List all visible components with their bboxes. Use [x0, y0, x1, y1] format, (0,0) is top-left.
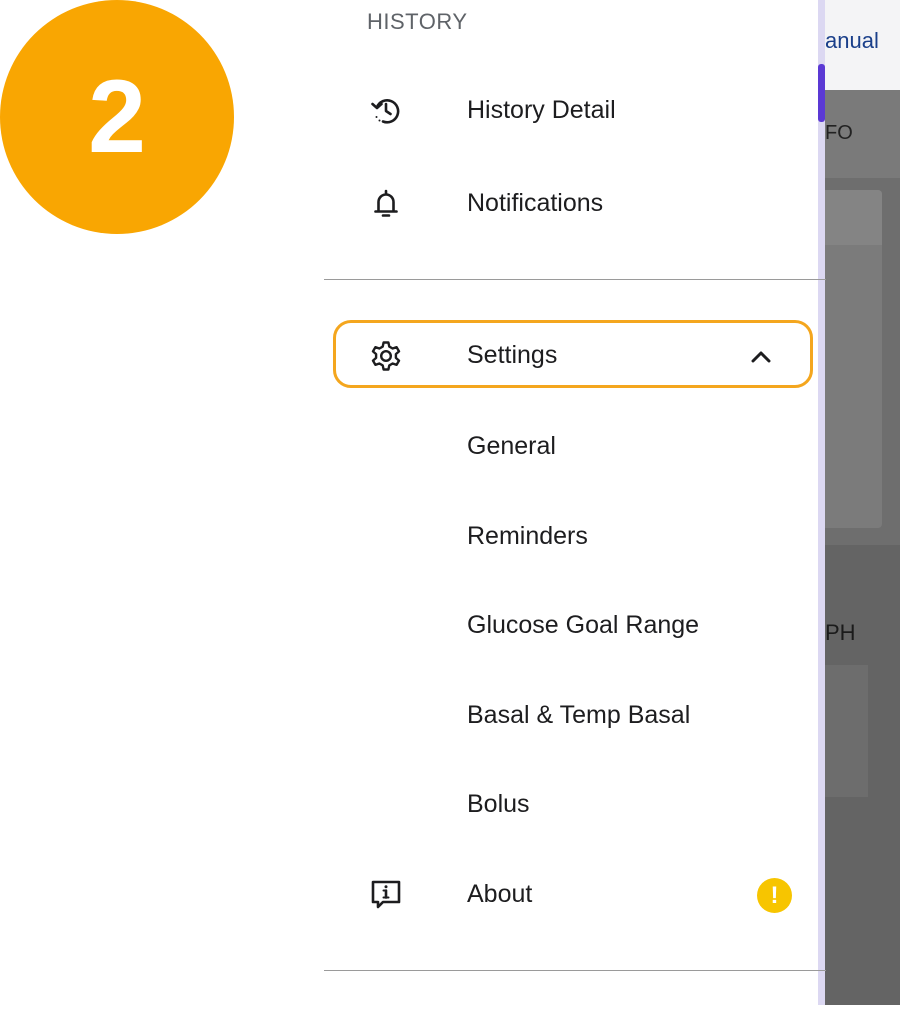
graph-section-label: PH	[825, 620, 856, 645]
bell-icon	[369, 187, 403, 221]
drawer-scrollbar-thumb[interactable]	[818, 64, 825, 122]
menu-item-label: History Detail	[467, 96, 616, 124]
about-alert-icon: !	[757, 878, 792, 913]
menu-item-label: Settings	[467, 341, 558, 369]
info-tab-label: FO	[825, 122, 853, 144]
menu-item-label: Notifications	[467, 189, 604, 217]
manual-link: anual	[825, 28, 879, 53]
drawer-scrollbar-track[interactable]	[818, 0, 825, 1005]
divider	[324, 970, 826, 971]
menu-item-notifications[interactable]: Notifications	[324, 173, 818, 237]
background-card-header	[825, 190, 882, 245]
step-number: 2	[88, 59, 146, 175]
submenu-item-label: Basal & Temp Basal	[467, 701, 691, 729]
submenu-item-basal-temp-basal[interactable]: Basal & Temp Basal	[324, 685, 818, 749]
submenu-item-general[interactable]: General	[324, 416, 818, 480]
submenu-item-label: Glucose Goal Range	[467, 611, 700, 639]
divider	[324, 279, 826, 280]
step-number-badge: 2	[0, 0, 234, 234]
menu-item-label: About	[467, 880, 533, 908]
background-header: anual	[825, 0, 900, 90]
background-section: PH	[825, 545, 900, 1005]
history-section-header: HISTORY	[367, 9, 468, 34]
submenu-item-glucose-goal-range[interactable]: Glucose Goal Range	[324, 595, 818, 659]
graph-placeholder	[825, 665, 868, 797]
submenu-item-label: General	[467, 432, 556, 460]
info-message-icon	[369, 878, 403, 912]
menu-item-history-detail[interactable]: History Detail	[324, 80, 818, 144]
menu-item-settings[interactable]: Settings	[324, 324, 818, 388]
submenu-item-label: Bolus	[467, 790, 530, 818]
menu-item-about[interactable]: About	[324, 864, 818, 928]
chevron-up-icon[interactable]	[748, 344, 774, 370]
background-app: anual FO PH	[825, 0, 900, 1005]
submenu-item-reminders[interactable]: Reminders	[324, 506, 818, 570]
gear-icon	[369, 339, 403, 373]
navigation-drawer	[324, 0, 818, 1005]
submenu-item-bolus[interactable]: Bolus	[324, 774, 818, 838]
history-icon	[369, 94, 403, 128]
background-tabs: FO	[825, 90, 900, 178]
submenu-item-label: Reminders	[467, 522, 588, 550]
